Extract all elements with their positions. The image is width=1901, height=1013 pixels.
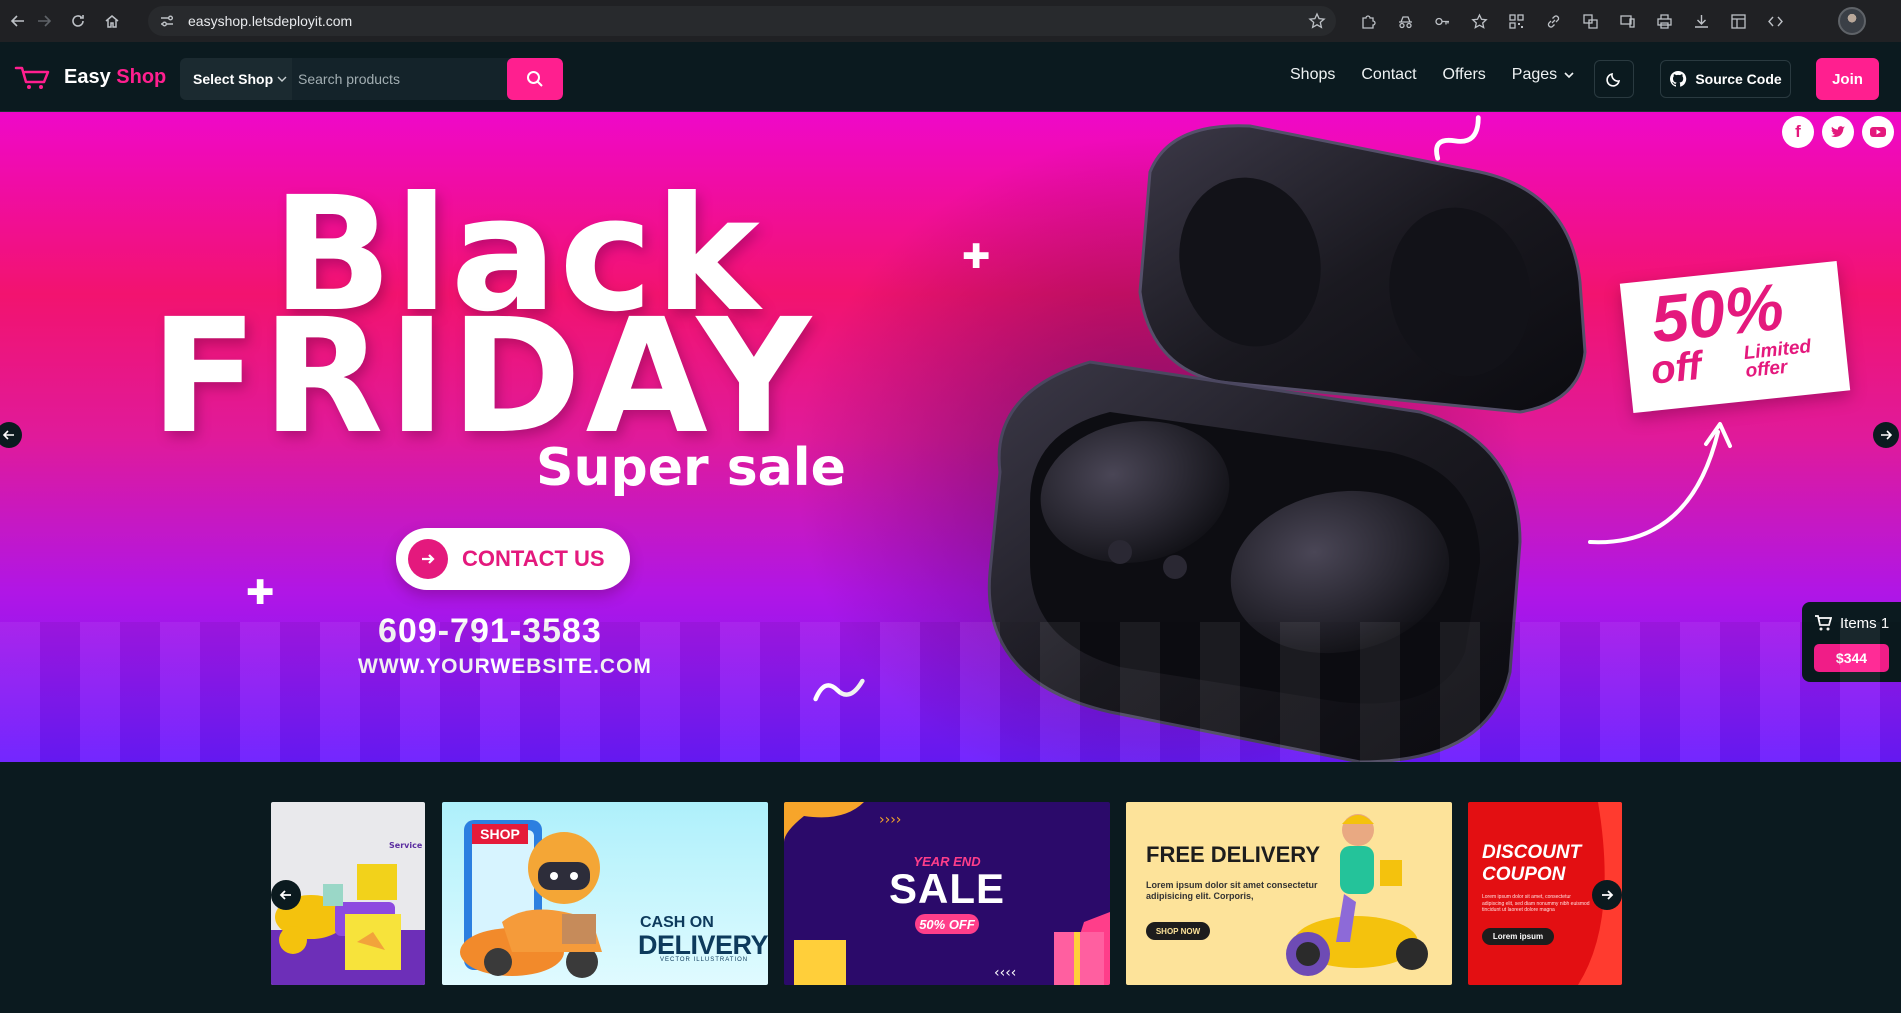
promo-prev-button[interactable] bbox=[271, 880, 301, 910]
dev-code-icon[interactable] bbox=[1757, 0, 1794, 42]
vector-illustration-label: VECTOR ILLUSTRATION bbox=[660, 957, 749, 963]
profile-avatar[interactable] bbox=[1838, 7, 1866, 35]
site-info-icon[interactable] bbox=[158, 12, 176, 30]
free-delivery-body: Lorem ipsum dolor sit amet consectetur a… bbox=[1146, 880, 1318, 902]
facebook-icon[interactable]: f bbox=[1782, 116, 1814, 148]
reload-icon[interactable] bbox=[60, 5, 96, 37]
arrow-right-icon bbox=[408, 539, 448, 579]
arrow-left-icon bbox=[279, 890, 291, 900]
free-delivery-title: FREE DELIVERY bbox=[1146, 842, 1320, 867]
moon-icon bbox=[1606, 72, 1621, 87]
shop-select-dropdown[interactable]: Select Shop bbox=[180, 58, 292, 100]
tab-layout-icon[interactable] bbox=[1720, 0, 1757, 42]
source-code-button[interactable]: Source Code bbox=[1660, 60, 1791, 98]
nav-shops[interactable]: Shops bbox=[1290, 66, 1335, 84]
discount-coupon-button[interactable]: Lorem ipsum bbox=[1482, 928, 1554, 945]
svg-text:‹‹‹‹: ‹‹‹‹ bbox=[994, 965, 1016, 981]
twitter-icon[interactable] bbox=[1822, 116, 1854, 148]
shop-tag: SHOP bbox=[472, 824, 528, 844]
hero-title-friday: FRIDAY bbox=[150, 285, 816, 469]
floating-cart[interactable]: Items 1 $344 bbox=[1802, 602, 1901, 682]
nav-offers[interactable]: Offers bbox=[1443, 66, 1486, 84]
plus-decoration: ✚ bbox=[962, 238, 991, 276]
chevron-down-icon bbox=[277, 76, 287, 82]
youtube-icon[interactable] bbox=[1862, 116, 1894, 148]
logo-text: Easy Shop bbox=[64, 65, 167, 88]
hero-website: WWW.YOURWEBSITE.COM bbox=[358, 655, 652, 678]
download-icon[interactable] bbox=[1683, 0, 1720, 42]
arrow-right-icon bbox=[1881, 430, 1892, 440]
theme-toggle-button[interactable] bbox=[1594, 60, 1634, 98]
url-text: easyshop.letsdeployit.com bbox=[188, 13, 353, 29]
hero-banner[interactable]: Black FRIDAY Super sale CONTACT US 609-7… bbox=[0, 112, 1901, 762]
plus-decoration: ✚ bbox=[246, 574, 275, 612]
offer-limited: Limited offer bbox=[1742, 336, 1813, 383]
incognito-icon[interactable] bbox=[1387, 0, 1424, 42]
bookmark-star-icon[interactable] bbox=[1308, 12, 1326, 30]
cart-logo-icon bbox=[14, 66, 50, 89]
forward-icon[interactable] bbox=[26, 5, 62, 37]
promo-carousel: Service SHOP CASH ON DELIVERY VECTOR ILL… bbox=[0, 762, 1901, 1013]
promo-card-cash-on-delivery[interactable]: SHOP CASH ON DELIVERY VECTOR ILLUSTRATIO… bbox=[442, 802, 768, 985]
discount-coupon-body: Lorem ipsum dolor sit amet, consectetur … bbox=[1482, 894, 1590, 913]
squiggle-decoration bbox=[1434, 115, 1481, 161]
offer-off: off bbox=[1648, 343, 1704, 393]
cart-icon bbox=[1815, 615, 1832, 631]
nav-contact[interactable]: Contact bbox=[1361, 66, 1416, 84]
service-logo-text: Service bbox=[389, 841, 423, 850]
shop-now-button[interactable]: SHOP NOW bbox=[1146, 922, 1210, 940]
cart-count: Items 1 bbox=[1814, 614, 1889, 632]
discount-coupon-title: DISCOUNT COUPON bbox=[1482, 842, 1582, 885]
sale-percent-badge: 50% OFF bbox=[915, 914, 979, 934]
join-button[interactable]: Join bbox=[1816, 58, 1879, 100]
promo-card-free-delivery[interactable]: FREE DELIVERY Lorem ipsum dolor sit amet… bbox=[1126, 802, 1452, 985]
hero-subtitle: Super sale bbox=[536, 438, 846, 498]
translate-icon[interactable] bbox=[1572, 0, 1609, 42]
social-links: f bbox=[1782, 116, 1894, 148]
svg-text:››››: ›››› bbox=[879, 812, 901, 828]
hero-phone: 609-791-3583 bbox=[378, 612, 602, 650]
device-icon[interactable] bbox=[1609, 0, 1646, 42]
search-icon bbox=[527, 71, 543, 87]
main-navigation: Shops Contact Offers Pages bbox=[1290, 66, 1601, 84]
hero-next-button[interactable] bbox=[1873, 422, 1899, 448]
squiggle-decoration bbox=[813, 678, 865, 702]
extension-toolbar bbox=[1350, 0, 1794, 42]
home-icon[interactable] bbox=[94, 5, 130, 37]
contact-us-button[interactable]: CONTACT US bbox=[396, 528, 630, 590]
search-bar: Select Shop Search products bbox=[180, 58, 563, 100]
extension-puzzle-icon[interactable] bbox=[1350, 0, 1387, 42]
search-button[interactable] bbox=[507, 58, 563, 100]
password-key-icon[interactable] bbox=[1424, 0, 1461, 42]
site-logo[interactable]: Easy Shop bbox=[14, 62, 166, 92]
qr-code-icon[interactable] bbox=[1498, 0, 1535, 42]
github-icon bbox=[1670, 70, 1687, 87]
promo-next-button[interactable] bbox=[1592, 880, 1622, 910]
print-icon[interactable] bbox=[1646, 0, 1683, 42]
curved-arrow-decoration bbox=[1588, 422, 1732, 545]
offer-card: 50% off Limited offer bbox=[1619, 260, 1851, 414]
arrow-left-icon bbox=[3, 430, 14, 440]
address-bar[interactable]: easyshop.letsdeployit.com bbox=[148, 6, 1336, 36]
cart-total: $344 bbox=[1814, 644, 1889, 672]
earbuds-case-image bbox=[987, 124, 1587, 762]
reading-star-icon[interactable] bbox=[1461, 0, 1498, 42]
promo-card-year-end-sale[interactable]: ›››› ‹‹‹‹ YEAR END SALE 50% OFF bbox=[784, 802, 1110, 985]
site-header: Easy Shop Select Shop Search products Sh… bbox=[0, 42, 1901, 112]
link-icon[interactable] bbox=[1535, 0, 1572, 42]
arrow-right-icon bbox=[1602, 890, 1614, 900]
chevron-down-icon bbox=[1564, 72, 1574, 79]
sale-label: SALE bbox=[888, 865, 1005, 912]
nav-pages[interactable]: Pages bbox=[1512, 66, 1575, 84]
hero-prev-button[interactable] bbox=[0, 422, 22, 448]
browser-toolbar: easyshop.letsdeployit.com bbox=[0, 0, 1901, 42]
